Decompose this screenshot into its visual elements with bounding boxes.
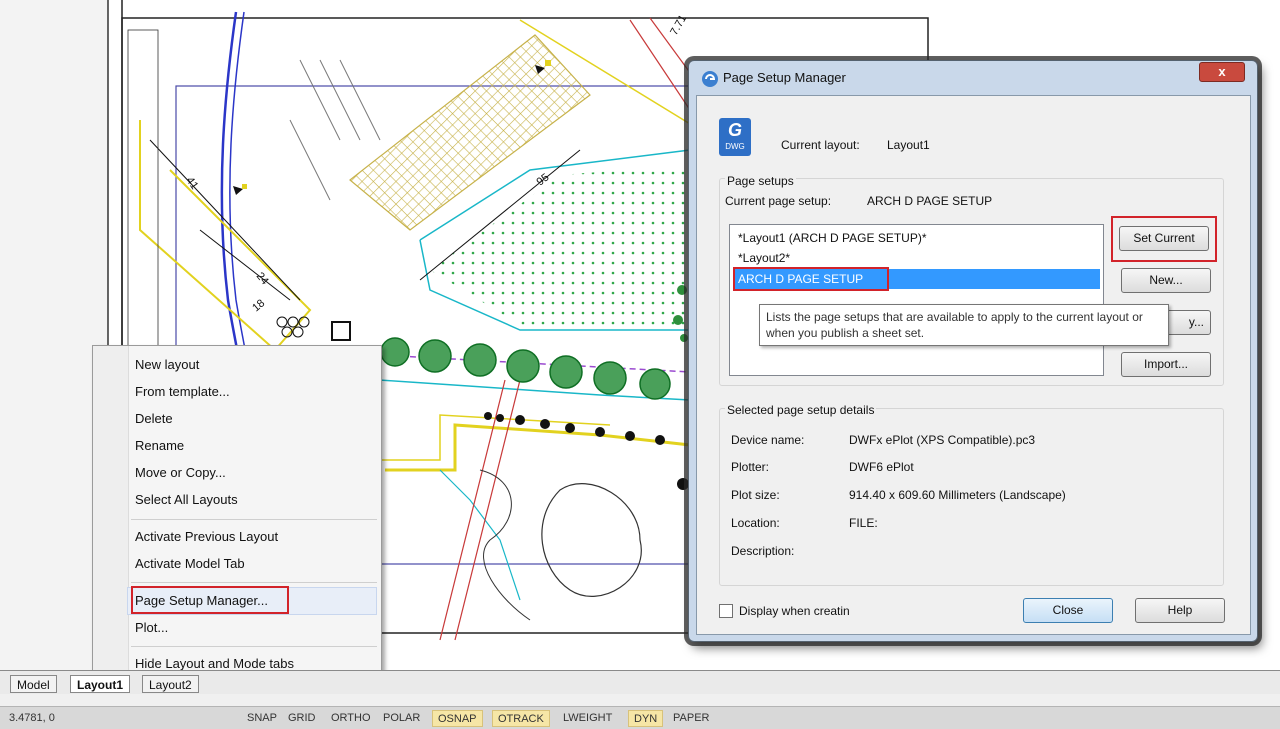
dwg-icon-letter: G xyxy=(727,120,742,140)
plot-size-value: 914.40 x 609.60 Millimeters (Landscape) xyxy=(849,488,1066,502)
layout-tab-context-menu: New layout From template... Delete Renam… xyxy=(92,345,382,683)
cad-application: 95 7.71 24 18 41 New layout From templat… xyxy=(0,0,1280,729)
menu-item-from-template[interactable]: From template... xyxy=(135,381,230,403)
dwg-icon-caption: DWG xyxy=(725,142,745,151)
page-setups-label: Page setups xyxy=(725,174,796,188)
menu-icon-gutter xyxy=(93,346,129,682)
close-icon[interactable]: x xyxy=(1199,62,1245,82)
dwg-file-icon: G DWG xyxy=(719,118,751,156)
current-page-setup-label: Current page setup: xyxy=(725,194,832,208)
new-button[interactable]: New... xyxy=(1121,268,1211,293)
device-name-label: Device name: xyxy=(731,433,805,447)
current-page-setup-value: ARCH D PAGE SETUP xyxy=(867,194,993,208)
page-setups-list[interactable]: *Layout1 (ARCH D PAGE SETUP)* *Layout2* … xyxy=(729,224,1104,376)
current-layout-value: Layout1 xyxy=(887,138,930,152)
status-toggle-dyn[interactable]: DYN xyxy=(628,710,664,727)
display-when-creating-checkbox[interactable] xyxy=(719,604,733,618)
dimension-label: 24 xyxy=(254,270,271,287)
status-bar: 3.4781, 0 SNAP GRID ORTHO POLAR OSNAP OT… xyxy=(0,706,1280,729)
menu-separator xyxy=(131,646,377,647)
location-label: Location: xyxy=(731,516,780,530)
tab-layout1[interactable]: Layout1 xyxy=(70,675,131,693)
menu-separator xyxy=(131,519,377,520)
status-toggle-ortho[interactable]: ORTHO xyxy=(326,710,376,727)
location-value: FILE: xyxy=(849,516,878,530)
dimension-label: 18 xyxy=(250,297,267,314)
status-toggle-lweight[interactable]: LWEIGHT xyxy=(558,710,617,727)
list-item[interactable]: *Layout1 (ARCH D PAGE SETUP)* xyxy=(738,229,927,247)
highlight-box xyxy=(1111,216,1217,262)
status-toggle-grid[interactable]: GRID xyxy=(283,710,321,727)
status-toggle-osnap[interactable]: OSNAP xyxy=(432,710,483,727)
app-logo-icon xyxy=(702,71,718,87)
display-when-creating-label: Display when creatin xyxy=(739,604,850,618)
menu-item-activate-model-tab[interactable]: Activate Model Tab xyxy=(135,553,245,575)
page-setup-manager-dialog: Page Setup Manager x G DWG Current layou… xyxy=(688,60,1258,642)
menu-item-rename[interactable]: Rename xyxy=(135,435,184,457)
highlight-box xyxy=(733,267,889,291)
setups-list-tooltip: Lists the page setups that are available… xyxy=(759,304,1169,346)
status-toggle-snap[interactable]: SNAP xyxy=(242,710,282,727)
dialog-title-bar[interactable]: Page Setup Manager x xyxy=(689,61,1257,95)
plotter-value: DWF6 ePlot xyxy=(849,460,914,474)
import-button[interactable]: Import... xyxy=(1121,352,1211,377)
menu-item-activate-previous-layout[interactable]: Activate Previous Layout xyxy=(135,526,278,548)
highlight-box xyxy=(131,586,289,614)
menu-item-new-layout[interactable]: New layout xyxy=(135,354,199,376)
dialog-title: Page Setup Manager xyxy=(723,70,846,85)
description-label: Description: xyxy=(731,544,795,558)
status-toggle-paper[interactable]: PAPER xyxy=(668,710,714,727)
status-toggle-otrack[interactable]: OTRACK xyxy=(492,710,550,727)
dimension-label: 41 xyxy=(184,175,201,192)
menu-item-plot[interactable]: Plot... xyxy=(135,617,168,639)
plotter-label: Plotter: xyxy=(731,460,770,474)
list-item[interactable]: *Layout2* xyxy=(738,249,790,267)
menu-item-select-all-layouts[interactable]: Select All Layouts xyxy=(135,489,238,511)
layout-tab-bar: Model Layout1 Layout2 xyxy=(0,670,1280,694)
close-button[interactable]: Close xyxy=(1023,598,1113,623)
status-toggle-polar[interactable]: POLAR xyxy=(378,710,425,727)
tab-model[interactable]: Model xyxy=(10,675,57,693)
dialog-body: G DWG Current layout: Layout1 Page setup… xyxy=(696,95,1251,635)
details-label: Selected page setup details xyxy=(725,403,877,417)
coordinate-readout: 3.4781, 0 xyxy=(9,712,55,724)
menu-item-move-or-copy[interactable]: Move or Copy... xyxy=(135,462,226,484)
tab-layout2[interactable]: Layout2 xyxy=(142,675,199,693)
plot-size-label: Plot size: xyxy=(731,488,780,502)
help-button[interactable]: Help xyxy=(1135,598,1225,623)
device-name-value: DWFx ePlot (XPS Compatible).pc3 xyxy=(849,433,1036,447)
menu-item-delete[interactable]: Delete xyxy=(135,408,173,430)
dimension-label: 7.71 xyxy=(668,13,689,38)
current-layout-label: Current layout: xyxy=(781,138,860,152)
menu-separator xyxy=(131,582,377,583)
